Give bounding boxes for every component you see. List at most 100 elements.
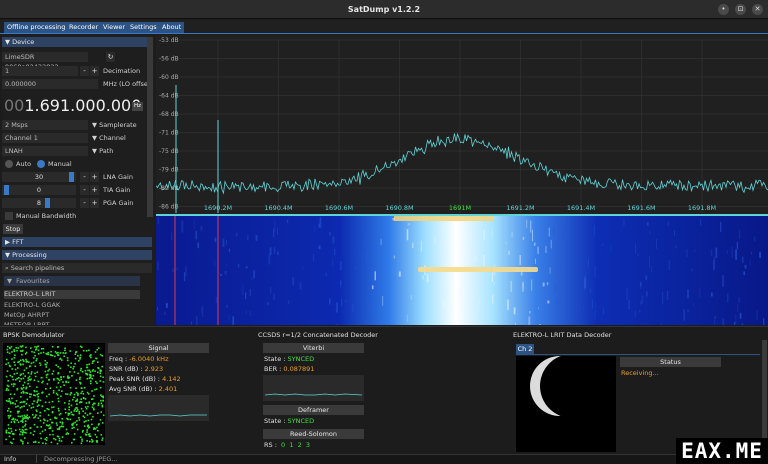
lna-plus-button[interactable]: + [90, 172, 99, 182]
tab-underline [0, 33, 768, 34]
viterbi-button[interactable]: Viterbi [263, 343, 364, 353]
auto-gain-radio[interactable] [5, 160, 13, 168]
log-level: Info [4, 455, 17, 463]
freq-row: Freq : -6.0040 kHz [109, 354, 169, 364]
decimation-plus-button[interactable]: + [90, 66, 99, 76]
lo-offset-label: MHz (LO offse [103, 80, 148, 88]
rs-label: RS : [264, 441, 277, 449]
lrit-tab-underline [516, 354, 760, 355]
channel-select[interactable]: Channel 1 [2, 133, 88, 143]
tab-about[interactable]: About [159, 22, 185, 33]
favourites-header[interactable]: ▼ Favourites [4, 276, 140, 286]
status-button[interactable]: Status [620, 357, 721, 367]
db-tick-label: -82 dB [159, 185, 179, 192]
tab-viewer[interactable]: Viewer [100, 22, 129, 33]
samplerate-label-text: Samplerate [99, 121, 137, 129]
rs-value-3: 3 [305, 441, 311, 449]
decimation-minus-button[interactable]: - [80, 66, 89, 76]
freq-value: -6.0040 kHz [129, 355, 169, 363]
tia-gain-knob[interactable] [4, 185, 9, 195]
pipeline-item-elektro-l-lrit[interactable]: ELEKTRO-L LRIT [4, 290, 140, 299]
peak-snr-value: 4.142 [162, 375, 181, 383]
eax-me-watermark: EAX.ME [676, 438, 768, 464]
refresh-icon[interactable]: ↻ [106, 52, 115, 62]
tab-ch2[interactable]: Ch 2 [516, 344, 534, 354]
freq-tick-label: 1691.8M [688, 204, 716, 212]
tab-recorder[interactable]: Recorder [66, 22, 102, 33]
window-title: SatDump v1.2.2 [347, 5, 421, 14]
deframer-state-value: SYNCED [287, 417, 315, 425]
freq-tick-label: 1690.4M [264, 204, 292, 212]
snr-label: SNR (dB) : [109, 365, 143, 373]
ccsds-title: CCSDS r=1/2 Concatenated Decoder [258, 331, 378, 339]
deframer-button[interactable]: Deframer [263, 405, 364, 415]
freq-tick-label: 1691.4M [567, 204, 595, 212]
waterfall-display[interactable] [156, 216, 768, 325]
db-tick-label: -75 dB [159, 148, 179, 155]
pipeline-item-meteor-lrpt[interactable]: METEOR LRPT [4, 321, 140, 325]
lrit-scrollbar[interactable] [762, 340, 767, 450]
db-tick-label: -86 dB [159, 204, 179, 211]
peak-snr-row: Peak SNR (dB) : 4.142 [109, 374, 181, 384]
frequency-display[interactable]: 001.691.000.000 [4, 96, 141, 116]
frequency-unit: Hz [132, 102, 143, 111]
decimation-label: Decimation [103, 67, 141, 75]
freq-tick-label: 1691M [449, 204, 471, 212]
signal-button[interactable]: Signal [108, 343, 209, 353]
pipeline-item-elektro-l-ggak[interactable]: ELEKTRO-L GGAK [4, 301, 140, 310]
pipeline-item-metop-ahrpt[interactable]: MetOp AHRPT [4, 311, 140, 320]
fft-spectrum-plot[interactable]: -53 dB -56 dB -60 dB -64 dB -68 dB -71 dB -75 … [156, 35, 768, 216]
freq-tick-label: 1690.8M [385, 204, 413, 212]
minimize-button[interactable]: • [718, 4, 729, 15]
lna-gain-slider[interactable]: 30 [2, 172, 76, 182]
spectrum-trace [156, 132, 768, 195]
snr-history-graph [108, 395, 209, 421]
viterbi-state-row: State : SYNCED [264, 354, 314, 364]
pga-plus-button[interactable]: + [90, 198, 99, 208]
sdr-select[interactable]: LimeSDR 9060a02432822 [2, 52, 88, 71]
manual-gain-radio[interactable] [37, 160, 45, 168]
lna-gain-knob[interactable] [69, 172, 74, 182]
fft-header[interactable]: ▶ FFT [2, 237, 152, 247]
samplerate-select[interactable]: 2 Msps [2, 120, 88, 130]
db-tick-label: -71 dB [159, 130, 179, 137]
stop-button[interactable]: Stop [3, 224, 23, 234]
sidebar-scrollbar[interactable] [147, 37, 153, 217]
rs-value-1: 1 [289, 441, 294, 449]
processing-header[interactable]: ▼ Processing [2, 250, 152, 260]
tia-plus-button[interactable]: + [90, 185, 99, 195]
manual-bandwidth-label: Manual Bandwidth [16, 212, 77, 220]
pga-minus-button[interactable]: - [80, 198, 89, 208]
decimation-input[interactable]: 1 [2, 66, 78, 76]
path-label: ▼ Path [92, 146, 113, 156]
tia-gain-slider[interactable]: 0 [2, 185, 76, 195]
pga-gain-slider[interactable]: 8 [2, 198, 76, 208]
fft-header-label: FFT [12, 238, 24, 246]
tab-offline-processing[interactable]: Offline processing [4, 22, 69, 33]
manual-bandwidth-checkbox[interactable] [5, 212, 13, 220]
lo-offset-input[interactable]: 0.000000 [2, 79, 98, 89]
ber-history-graph [263, 375, 364, 401]
restore-button[interactable]: ⊡ [735, 4, 746, 15]
rs-row: RS : 0 1 2 3 [264, 440, 310, 450]
freq-tick-label: 1691.6M [627, 204, 655, 212]
tia-minus-button[interactable]: - [80, 185, 89, 195]
waterfall-burst-top [394, 216, 494, 221]
db-tick-label: -68 dB [159, 111, 179, 118]
close-button[interactable]: ✕ [752, 4, 763, 15]
search-pipelines-input[interactable]: ⌕ Search pipelines [2, 263, 152, 273]
tab-settings[interactable]: Settings [127, 22, 160, 33]
path-select[interactable]: LNAH [2, 146, 88, 156]
frequency-value: 1.691.000.000 [24, 96, 142, 115]
freq-tick-label: 1690.6M [325, 204, 353, 212]
rs-value-0: 0 [281, 441, 286, 449]
lna-minus-button[interactable]: - [80, 172, 89, 182]
device-header[interactable]: ▼ Device [2, 37, 152, 47]
pga-gain-knob[interactable] [45, 198, 50, 208]
avg-snr-label: Avg SNR (dB) : [109, 385, 157, 393]
ber-label: BER : [264, 365, 282, 373]
device-header-label: Device [12, 38, 35, 46]
reed-solomon-button[interactable]: Reed-Solomon [263, 429, 364, 439]
peak-snr-label: Peak SNR (dB) : [109, 375, 160, 383]
tia-gain-label: TIA Gain [103, 186, 131, 194]
